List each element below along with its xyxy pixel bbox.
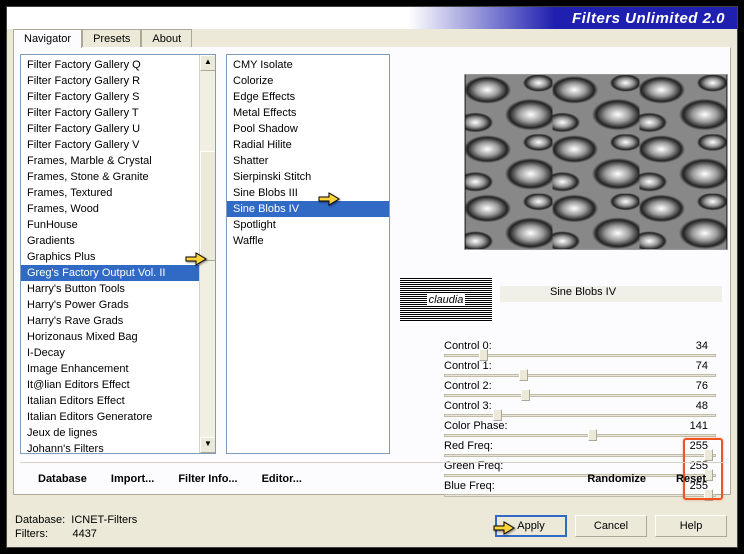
list-item[interactable]: Italian Editors Effect (21, 393, 215, 409)
list-item[interactable]: Filter Factory Gallery Q (21, 57, 215, 73)
list-item[interactable]: Greg's Factory Output Vol. II (21, 265, 215, 281)
button-row: Apply Cancel Help (495, 515, 727, 537)
list-item[interactable]: Pool Shadow (227, 121, 389, 137)
preview-area: claudia Sine Blobs IV Control 0:34Contro… (400, 54, 722, 454)
list-item[interactable]: Johann's Filters (21, 441, 215, 454)
slider-track[interactable] (444, 434, 716, 437)
list-item[interactable]: Filter Factory Gallery S (21, 89, 215, 105)
list-item[interactable]: Shatter (227, 153, 389, 169)
logo-text: claudia (427, 294, 466, 306)
list-item[interactable]: Sine Blobs III (227, 185, 389, 201)
slider-value: 74 (696, 360, 708, 372)
list-item[interactable]: I-Decay (21, 345, 215, 361)
list-item[interactable]: CMY Isolate (227, 57, 389, 73)
apply-button[interactable]: Apply (495, 515, 567, 537)
slider-row: Color Phase: 141 (444, 420, 716, 440)
list-item[interactable]: It@lian Editors Effect (21, 377, 215, 393)
slider-row: Control 1: 74 (444, 360, 716, 380)
link-bar: Database Import... Filter Info... Editor… (20, 462, 724, 488)
list-item[interactable]: Filter Factory Gallery T (21, 105, 215, 121)
slider-value: 76 (696, 380, 708, 392)
import-link[interactable]: Import... (111, 473, 154, 485)
list-item[interactable]: Image Enhancement (21, 361, 215, 377)
scroll-up-icon[interactable]: ▲ (200, 55, 216, 71)
list-item[interactable]: Waffle (227, 233, 389, 249)
list-item[interactable]: Filter Factory Gallery V (21, 137, 215, 153)
slider-row: Control 0:34 (444, 340, 716, 360)
preview-image (464, 74, 728, 250)
slider-value: 34 (696, 340, 708, 352)
list-item[interactable]: Harry's Rave Grads (21, 313, 215, 329)
tab-about[interactable]: About (141, 29, 192, 48)
list-item[interactable]: Filter Factory Gallery U (21, 121, 215, 137)
slider-label: Control 1: (444, 360, 492, 372)
list-item[interactable]: Sierpinski Stitch (227, 169, 389, 185)
list-item[interactable]: Harry's Button Tools (21, 281, 215, 297)
slider-row: Control 3: 48 (444, 400, 716, 420)
reset-link[interactable]: Reset (676, 473, 706, 485)
slider-label: Red Freq: (444, 440, 493, 452)
list-item[interactable]: Filter Factory Gallery R (21, 73, 215, 89)
list-item[interactable]: Metal Effects (227, 105, 389, 121)
list-item[interactable]: Gradients (21, 233, 215, 249)
list-item[interactable]: Frames, Textured (21, 185, 215, 201)
list-item[interactable]: Frames, Stone & Granite (21, 169, 215, 185)
scrollbar[interactable]: ▲ ▼ (199, 55, 215, 453)
scroll-down-icon[interactable]: ▼ (200, 437, 216, 453)
app-title: Filters Unlimited 2.0 (572, 10, 725, 27)
slider-label: Control 2: (444, 380, 492, 392)
list-item[interactable]: Sine Blobs IV (227, 201, 389, 217)
tab-bar: Navigator Presets About (13, 29, 192, 48)
list-item[interactable]: Jeux de lignes (21, 425, 215, 441)
randomize-link[interactable]: Randomize (587, 473, 646, 485)
slider-track[interactable] (444, 494, 716, 497)
slider-label: Color Phase: (444, 420, 508, 432)
database-link[interactable]: Database (38, 473, 87, 485)
filter-name-label: Sine Blobs IV (500, 286, 722, 302)
slider-label: Control 3: (444, 400, 492, 412)
list-item[interactable]: Horizonaus Mixed Bag (21, 329, 215, 345)
category-list[interactable]: Filter Factory Gallery QFilter Factory G… (20, 54, 216, 454)
slider-value: 48 (696, 400, 708, 412)
tab-navigator[interactable]: Navigator (13, 29, 82, 48)
status-bar: Database: ICNET-Filters Filters: 4437 (15, 513, 137, 541)
filter-list[interactable]: CMY IsolateColorizeEdge EffectsMetal Eff… (226, 54, 390, 454)
editor-link[interactable]: Editor... (262, 473, 302, 485)
list-item[interactable]: FunHouse (21, 217, 215, 233)
cancel-button[interactable]: Cancel (575, 515, 647, 537)
list-item[interactable]: Graphics Plus (21, 249, 215, 265)
list-item[interactable]: Edge Effects (227, 89, 389, 105)
title-bar: Filters Unlimited 2.0 (7, 7, 737, 29)
list-item[interactable]: Frames, Marble & Crystal (21, 153, 215, 169)
list-item[interactable]: Italian Editors Generatore (21, 409, 215, 425)
tab-presets[interactable]: Presets (82, 29, 141, 48)
slider-track[interactable] (444, 454, 716, 457)
slider-track[interactable] (444, 414, 716, 417)
scroll-thumb[interactable] (200, 151, 216, 261)
list-item[interactable]: Colorize (227, 73, 389, 89)
slider-track[interactable] (444, 374, 716, 377)
slider-track[interactable] (444, 394, 716, 397)
list-item[interactable]: Harry's Power Grads (21, 297, 215, 313)
slider-row: Red Freq:255 (444, 440, 716, 460)
help-button[interactable]: Help (655, 515, 727, 537)
list-item[interactable]: Frames, Wood (21, 201, 215, 217)
slider-row: Control 2: 76 (444, 380, 716, 400)
slider-value: 141 (690, 420, 708, 432)
main-panel: Filter Factory Gallery QFilter Factory G… (13, 47, 731, 495)
list-item[interactable]: Spotlight (227, 217, 389, 233)
author-logo: claudia (400, 278, 492, 322)
list-item[interactable]: Radial Hilite (227, 137, 389, 153)
filter-info-link[interactable]: Filter Info... (178, 473, 237, 485)
